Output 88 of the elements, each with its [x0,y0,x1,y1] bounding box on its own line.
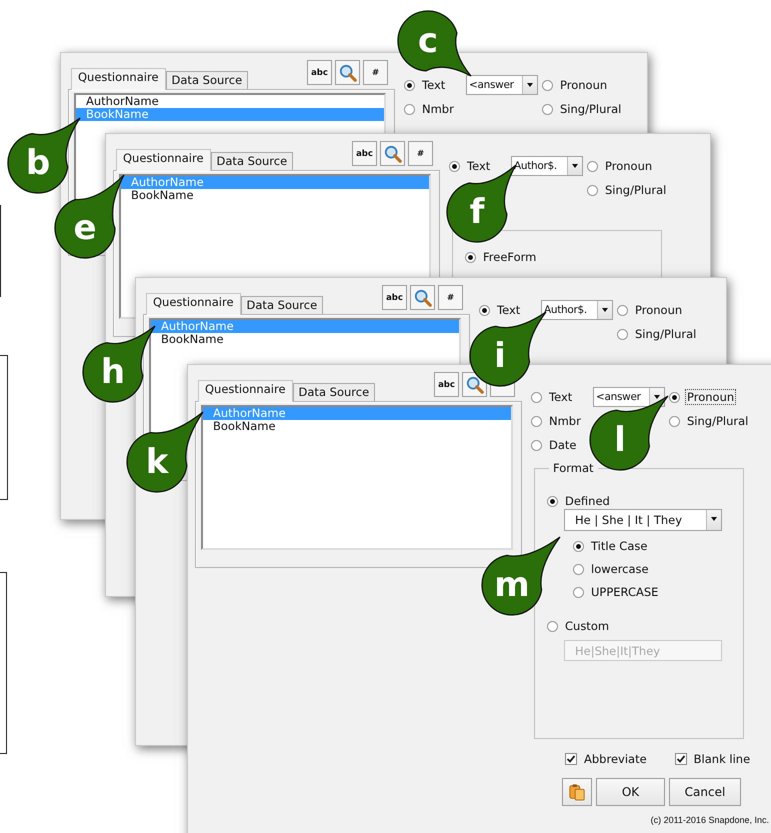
option-label: Blank line [692,751,752,767]
radio-button[interactable] [669,416,680,426]
option-label: Text [466,158,492,174]
callout-letter: l [613,419,627,462]
toolbar-button[interactable]: # [408,141,433,166]
radio-button[interactable] [617,328,628,340]
radio-button[interactable] [573,564,584,574]
option-label: Abbreviate [583,751,648,767]
dropdown[interactable]: <answer [466,75,538,95]
tab[interactable]: Data Source [240,296,324,314]
clipboard-icon [568,783,586,801]
option-label: Defined [564,493,611,509]
tab[interactable]: Data Source [166,71,248,89]
option-label: Text [421,77,446,93]
callout-letter: b [24,142,52,185]
option-label: Sing/Plural [604,182,668,198]
radio-button[interactable] [573,586,584,598]
option-label: Nmbr [421,101,455,117]
option-label: Pronoun [604,158,654,174]
dialog-button[interactable]: Cancel [669,778,741,806]
dropdown[interactable]: <answer [593,387,665,407]
radio-button[interactable] [669,392,680,402]
option-label: Nmbr [548,413,582,429]
radio-button[interactable] [465,252,476,262]
dropdown[interactable]: Author$. [541,300,613,320]
radio-button[interactable] [479,304,490,316]
copyright-text: (c) 2011-2016 Snapdone, Inc. [650,815,769,825]
option-label: Title Case [590,538,648,554]
toolbar-button[interactable]: abc [434,372,459,397]
option-label: FreeForm [482,249,538,265]
option-label: Pronoun [634,302,684,318]
option-label: Pronoun [559,77,608,93]
tab[interactable]: Questionnaire [198,380,293,402]
option-label: Sing/Plural [686,413,750,429]
checkbox[interactable] [565,753,577,765]
radio-button[interactable] [587,160,598,172]
radio-button[interactable] [547,620,558,632]
toolbar-button[interactable]: abc [382,285,407,310]
dropdown[interactable]: Author$. [511,156,583,176]
radio-button[interactable] [617,304,628,316]
callout-letter: e [72,207,98,250]
checkbox[interactable] [674,753,687,765]
toolbar-button[interactable]: abc [352,141,377,166]
group-label: Format [552,461,595,475]
option-label: lowercase [590,561,650,577]
toolbar-button[interactable]: # [438,285,463,310]
callout-letter: c [416,20,440,63]
tab[interactable]: Data Source [292,383,376,401]
search-icon [338,64,356,82]
toolbar-button[interactable]: # [363,60,388,85]
radio-button[interactable] [587,184,598,196]
option-label: Date [548,437,578,453]
tab[interactable]: Questionnaire [71,68,166,90]
option-label: Custom [564,618,610,634]
option-label: Sing/Plural [559,101,622,117]
radio-button[interactable] [542,104,553,114]
tab[interactable]: Questionnaire [116,149,211,171]
search-icon [466,376,484,394]
dialog-button[interactable]: OK [596,778,665,806]
radio-button[interactable] [573,540,584,552]
radio-button[interactable] [531,416,542,426]
callout-letter: k [144,441,170,484]
callout-letter: i [493,335,507,378]
search-icon [384,144,402,162]
radio-button[interactable] [404,104,415,114]
option-label: Sing/Plural [634,326,698,342]
option-label: Text [548,389,574,405]
search-icon [414,288,432,306]
paste-button[interactable] [562,778,592,806]
list-item[interactable]: BookName [203,420,511,433]
callout-letter: f [468,191,486,234]
list-item[interactable]: AuthorName [76,95,384,108]
radio-button[interactable] [547,496,558,506]
tab[interactable]: Data Source [210,152,294,170]
dropdown[interactable]: He | She | It | They [564,509,722,531]
option-label: Text [496,302,522,318]
radio-button[interactable] [404,80,415,90]
tab[interactable]: Questionnaire [146,293,241,315]
option-label: UPPERCASE [590,584,660,600]
list-item[interactable]: BookName [121,189,429,202]
callout-letter: h [100,351,126,394]
callout-letter: m [493,564,531,607]
radio-button[interactable] [531,392,542,402]
radio-button[interactable] [542,80,553,90]
toolbar-button[interactable]: abc [307,60,332,85]
option-label: Pronoun [685,389,736,405]
radio-button[interactable] [449,160,460,172]
radio-button[interactable] [531,440,542,450]
